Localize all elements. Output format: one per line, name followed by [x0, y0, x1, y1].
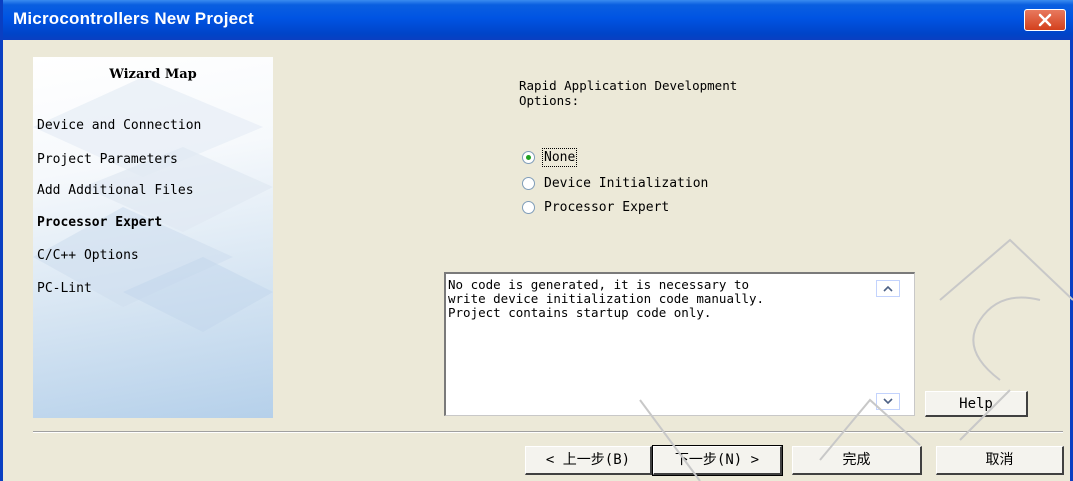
close-icon	[1038, 13, 1052, 27]
radio-processor-expert[interactable]: Processor Expert	[522, 197, 669, 217]
radio-button[interactable]	[522, 176, 535, 190]
map-step-device-connection: Device and Connection	[37, 118, 202, 133]
help-button[interactable]: Help	[925, 391, 1028, 417]
close-button[interactable]	[1024, 9, 1066, 31]
map-step-project-parameters: Project Parameters	[37, 152, 178, 167]
radio-dot-icon	[526, 154, 531, 160]
description-textbox[interactable]: No code is generated, it is necessary to…	[444, 272, 915, 416]
footer-separator	[33, 431, 1063, 433]
chevron-up-icon	[883, 285, 893, 292]
scroll-up-button[interactable]	[876, 280, 900, 297]
wizard-dialog: Microcontrollers New Project Wizard Map …	[0, 0, 1073, 481]
wizard-map-panel: Wizard Map Device and Connection Project…	[33, 57, 273, 418]
finish-button[interactable]: 完成	[792, 446, 922, 475]
radio-processor-expert-label: Processor Expert	[544, 199, 670, 215]
scroll-down-button[interactable]	[876, 393, 900, 410]
radio-button-selected[interactable]	[522, 150, 535, 164]
cancel-button[interactable]: 取消	[936, 446, 1064, 475]
back-button[interactable]: < 上一步(B)	[525, 446, 652, 475]
map-step-pc-lint: PC-Lint	[37, 281, 92, 296]
radio-none[interactable]: None	[522, 147, 578, 167]
rad-options-label: Rapid Application Development Options:	[519, 78, 738, 108]
title-bar[interactable]: Microcontrollers New Project	[3, 0, 1073, 40]
chevron-down-icon	[883, 398, 893, 405]
next-button[interactable]: 下一步(N) >	[652, 445, 783, 476]
map-step-processor-expert: Processor Expert	[37, 215, 163, 230]
radio-none-label: None	[541, 147, 578, 167]
radio-device-initialization[interactable]: Device Initialization	[522, 173, 708, 193]
map-step-additional-files: Add Additional Files	[37, 183, 194, 198]
description-text: No code is generated, it is necessary to…	[448, 277, 765, 320]
radio-button[interactable]	[522, 200, 535, 214]
map-step-cpp-options: C/C++ Options	[37, 248, 139, 263]
wizard-map-title: Wizard Map	[109, 67, 197, 82]
radio-device-initialization-label: Device Initialization	[544, 175, 709, 191]
wizard-map-decoration	[33, 77, 273, 332]
window-title: Microcontrollers New Project	[13, 9, 254, 28]
